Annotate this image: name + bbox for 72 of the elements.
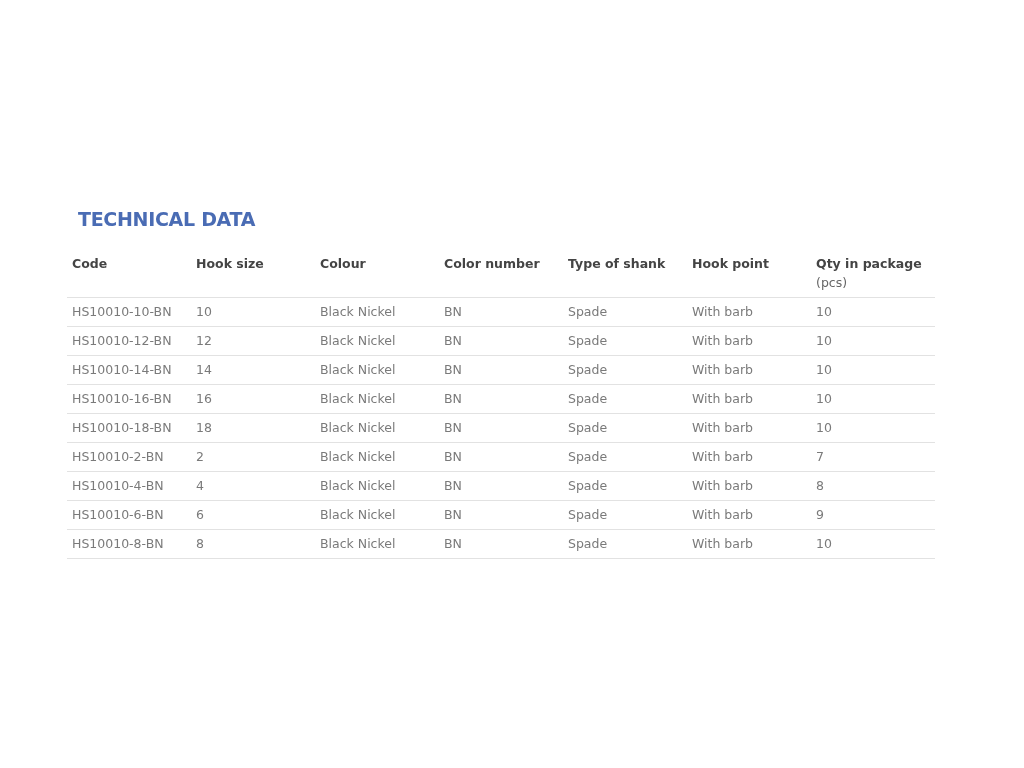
table-cell: HS10010-16-BN <box>67 384 191 414</box>
table-cell: HS10010-6-BN <box>67 500 191 530</box>
column-header: Hook point <box>692 255 769 271</box>
table-cell: BN <box>439 413 563 443</box>
column-unit: (pcs) <box>816 273 849 292</box>
table-cell: Black Nickel <box>315 471 439 501</box>
table-cell: HS10010-10-BN <box>67 297 191 327</box>
table-cell: With barb <box>687 471 811 501</box>
table-cell: 8 <box>191 529 315 559</box>
column-header: Colour <box>320 255 366 271</box>
table-cell: BN <box>439 297 563 327</box>
table-cell: HS10010-18-BN <box>67 413 191 443</box>
table-cell: With barb <box>687 355 811 385</box>
table-cell: With barb <box>687 297 811 327</box>
table-cell: Spade <box>563 471 687 501</box>
table-cell: 10 <box>811 297 935 327</box>
table-cell: Black Nickel <box>315 500 439 530</box>
table-cell: 7 <box>811 442 935 472</box>
section-title: TECHNICAL DATA <box>78 208 257 231</box>
table-cell: 16 <box>191 384 315 414</box>
table-cell: Black Nickel <box>315 326 439 356</box>
table-cell: Spade <box>563 384 687 414</box>
table-cell: BN <box>439 355 563 385</box>
table-cell: 10 <box>811 413 935 443</box>
table-cell: 9 <box>811 500 935 530</box>
table-cell: With barb <box>687 384 811 414</box>
table-cell: Spade <box>563 413 687 443</box>
table-cell: Black Nickel <box>315 297 439 327</box>
table-cell: BN <box>439 500 563 530</box>
table-cell: Black Nickel <box>315 529 439 559</box>
table-cell: Black Nickel <box>315 442 439 472</box>
table-cell: 2 <box>191 442 315 472</box>
table-cell: 10 <box>811 529 935 559</box>
table-cell: With barb <box>687 442 811 472</box>
table-cell: Black Nickel <box>315 413 439 443</box>
table-cell: 8 <box>811 471 935 501</box>
column-header: Type of shank <box>568 255 666 271</box>
table-cell: 18 <box>191 413 315 443</box>
table-cell: BN <box>439 384 563 414</box>
table-cell: Black Nickel <box>315 384 439 414</box>
table-cell: Spade <box>563 297 687 327</box>
table-cell: BN <box>439 529 563 559</box>
column-header: Color number <box>444 255 540 271</box>
table-cell: BN <box>439 326 563 356</box>
table-cell: 10 <box>191 297 315 327</box>
table-cell: 10 <box>811 326 935 356</box>
table-cell: 12 <box>191 326 315 356</box>
table-cell: Black Nickel <box>315 355 439 385</box>
table-cell: BN <box>439 442 563 472</box>
table-cell: Spade <box>563 529 687 559</box>
table-cell: With barb <box>687 529 811 559</box>
table-cell: With barb <box>687 326 811 356</box>
table-cell: 4 <box>191 471 315 501</box>
table-cell: HS10010-12-BN <box>67 326 191 356</box>
column-header: Hook size <box>196 255 264 271</box>
table-cell: Spade <box>563 326 687 356</box>
table-cell: HS10010-8-BN <box>67 529 191 559</box>
table-cell: HS10010-4-BN <box>67 471 191 501</box>
table-cell: With barb <box>687 500 811 530</box>
table-cell: 10 <box>811 384 935 414</box>
table-cell: 14 <box>191 355 315 385</box>
column-header: Code <box>72 255 108 271</box>
table-cell: 10 <box>811 355 935 385</box>
table-cell: 6 <box>191 500 315 530</box>
table-cell: Spade <box>563 355 687 385</box>
table-cell: Spade <box>563 442 687 472</box>
column-header: Qty in package <box>816 255 922 271</box>
table-cell: HS10010-14-BN <box>67 355 191 385</box>
table-cell: Spade <box>563 500 687 530</box>
table-cell: BN <box>439 471 563 501</box>
table-cell: HS10010-2-BN <box>67 442 191 472</box>
table-cell: With barb <box>687 413 811 443</box>
